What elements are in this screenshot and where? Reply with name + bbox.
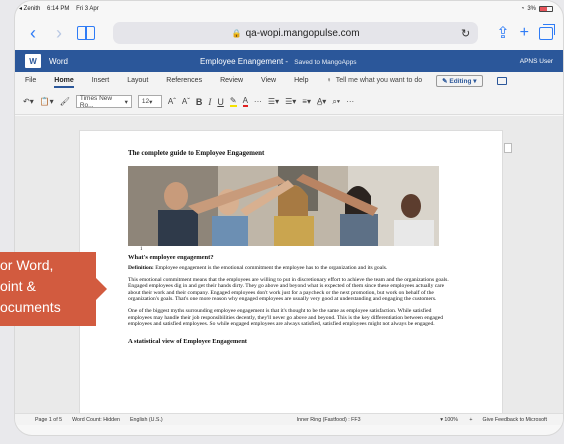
document-page[interactable]: The complete guide to Employee Engagemen… [79, 130, 503, 415]
document-title[interactable]: Employee Enangement - Saved to MangoApps [200, 57, 356, 66]
document-canvas[interactable]: The complete guide to Employee Engagemen… [15, 116, 563, 415]
editing-mode-button[interactable]: ✎ Editing ▾ [436, 74, 483, 87]
comments-icon[interactable] [496, 76, 507, 85]
device-name: ◂ Zenith [19, 6, 41, 12]
page-side-control[interactable] [504, 143, 512, 153]
tab-references[interactable]: References [166, 77, 202, 84]
paragraph-marker: 1 [140, 247, 143, 252]
lock-icon: 🔒 [231, 28, 242, 38]
lightbulb-icon: ♀ [326, 77, 332, 84]
font-size-select[interactable]: 12 ▾ [137, 95, 162, 108]
word-logo-icon: W [25, 54, 41, 68]
tab-review[interactable]: Review [220, 77, 243, 84]
wifi-icon: ◔ [520, 5, 525, 12]
tab-view[interactable]: View [261, 77, 276, 84]
undo-icon[interactable]: ↶▾ [23, 97, 34, 106]
share-icon[interactable]: ⇪ [496, 23, 509, 43]
language[interactable]: English (U.S.) [130, 417, 163, 423]
status-time: 6:14 PM [47, 6, 70, 12]
feedback-link[interactable]: Give Feedback to Microsoft [483, 417, 547, 423]
zoom-value: 100% [444, 416, 458, 423]
status-date: Fri 3 Apr [76, 6, 99, 12]
back-icon[interactable]: ‹ [25, 24, 41, 42]
tab-insert[interactable]: Insert [92, 77, 110, 84]
callout-arrow [96, 278, 107, 300]
page-indicator: Page 1 of 5 [35, 416, 63, 423]
more-font-options[interactable]: ··· [254, 97, 262, 106]
team-high-five-image[interactable] [128, 166, 439, 246]
home-ribbon: ↶▾ 📋▾ 🖌 Times New Ro... ▾ 12 ▾ Aˆ Aˇ B I U… [15, 89, 563, 115]
promo-callout: or Word, oint & ocuments [0, 252, 96, 326]
doc-title-text: Employee Enangement [200, 56, 284, 66]
find-icon[interactable]: ⌕▾ [332, 97, 340, 107]
callout-line-1: or Word, [0, 257, 54, 273]
word-status-bar: Page 1 of 5 Word Count: Hidden English (… [15, 413, 563, 425]
user-name[interactable]: APNS User [520, 58, 553, 65]
editing-label: Editing [449, 77, 472, 85]
bold-button[interactable]: B [196, 97, 203, 107]
photo-illustration [128, 166, 439, 246]
more-options[interactable]: ··· [346, 97, 354, 106]
font-size-value: 12 [141, 98, 150, 105]
font-name-select[interactable]: Times New Ro... ▾ [75, 94, 132, 109]
numbering-icon[interactable]: ☰▾ [285, 97, 296, 106]
underline-button[interactable]: U [217, 97, 224, 107]
word-title-bar: W Word Employee Enangement - Saved to Ma… [15, 50, 563, 72]
tab-file[interactable]: File [25, 77, 36, 84]
definition-text: Employee engagement is the emotional com… [153, 265, 388, 271]
format-painter-icon[interactable]: 🖌 [60, 97, 70, 106]
bookmarks-icon[interactable] [77, 26, 95, 40]
body-paragraph-1: This emotional commitment means that the… [128, 276, 449, 303]
safari-toolbar: ‹ › 🔒 qa-wopi.mangopulse.com ↻ ⇪ + [15, 16, 563, 50]
ribbon-tabs: File Home Insert Layout References Revie… [15, 72, 563, 89]
ring-info: Inner Ring (Fastfood) : FF3 [296, 416, 361, 423]
tab-help[interactable]: Help [294, 77, 308, 84]
italic-button[interactable]: I [208, 97, 211, 107]
section-heading-statistics: A statistical view of Employee Engagemen… [128, 337, 247, 345]
word-count[interactable]: Word Count: Hidden [72, 417, 120, 423]
title-separator: - [285, 56, 291, 66]
saved-status: Saved to MangoApps [294, 58, 357, 66]
tabs-overview-icon[interactable] [539, 23, 555, 40]
section-heading: What's employee engagement? [128, 254, 214, 261]
app-name[interactable]: Word [49, 57, 68, 66]
url-text: qa-wopi.mangopulse.com [245, 27, 360, 39]
align-icon[interactable]: ≡▾ [302, 97, 311, 106]
tab-home[interactable]: Home [54, 77, 75, 88]
ios-status-bar: ◂ Zenith 6:14 PM Fri 3 Apr ◔ 3% [15, 1, 563, 16]
tell-me-search[interactable]: Tell me what you want to do [336, 77, 422, 84]
styles-icon[interactable]: A̲▾ [317, 97, 326, 106]
callout-line-3: ocuments [0, 299, 61, 315]
address-bar[interactable]: 🔒 qa-wopi.mangopulse.com ↻ [113, 22, 479, 44]
body-paragraph-2: One of the biggest myths surrounding emp… [128, 307, 443, 328]
document-heading: The complete guide to Employee Engagemen… [128, 149, 265, 157]
definition-label: Definition: [128, 265, 154, 271]
battery-percent: 3% [527, 5, 536, 12]
paste-icon[interactable]: 📋▾ [40, 97, 54, 106]
definition-paragraph: Definition: Employee engagement is the e… [128, 265, 454, 272]
highlight-icon[interactable]: ✎ [229, 96, 237, 107]
bullets-icon[interactable]: ☰▾ [268, 97, 279, 106]
font-name-value: Times New Ro... [79, 94, 113, 109]
grow-font-button[interactable]: Aˆ [168, 97, 176, 106]
callout-line-2: oint & [0, 278, 36, 294]
reload-icon[interactable]: ↻ [461, 27, 470, 40]
forward-icon[interactable]: › [51, 24, 67, 42]
zoom-control[interactable]: ▾ 100% + [440, 417, 472, 423]
ipad-screen: ◂ Zenith 6:14 PM Fri 3 Apr ◔ 3% ‹ › 🔒 qa… [14, 0, 564, 436]
shrink-font-button[interactable]: Aˇ [182, 97, 190, 106]
tab-layout[interactable]: Layout [127, 77, 148, 84]
new-tab-icon[interactable]: + [520, 24, 529, 42]
battery-icon [539, 5, 553, 12]
font-color-button[interactable]: A [242, 96, 248, 107]
